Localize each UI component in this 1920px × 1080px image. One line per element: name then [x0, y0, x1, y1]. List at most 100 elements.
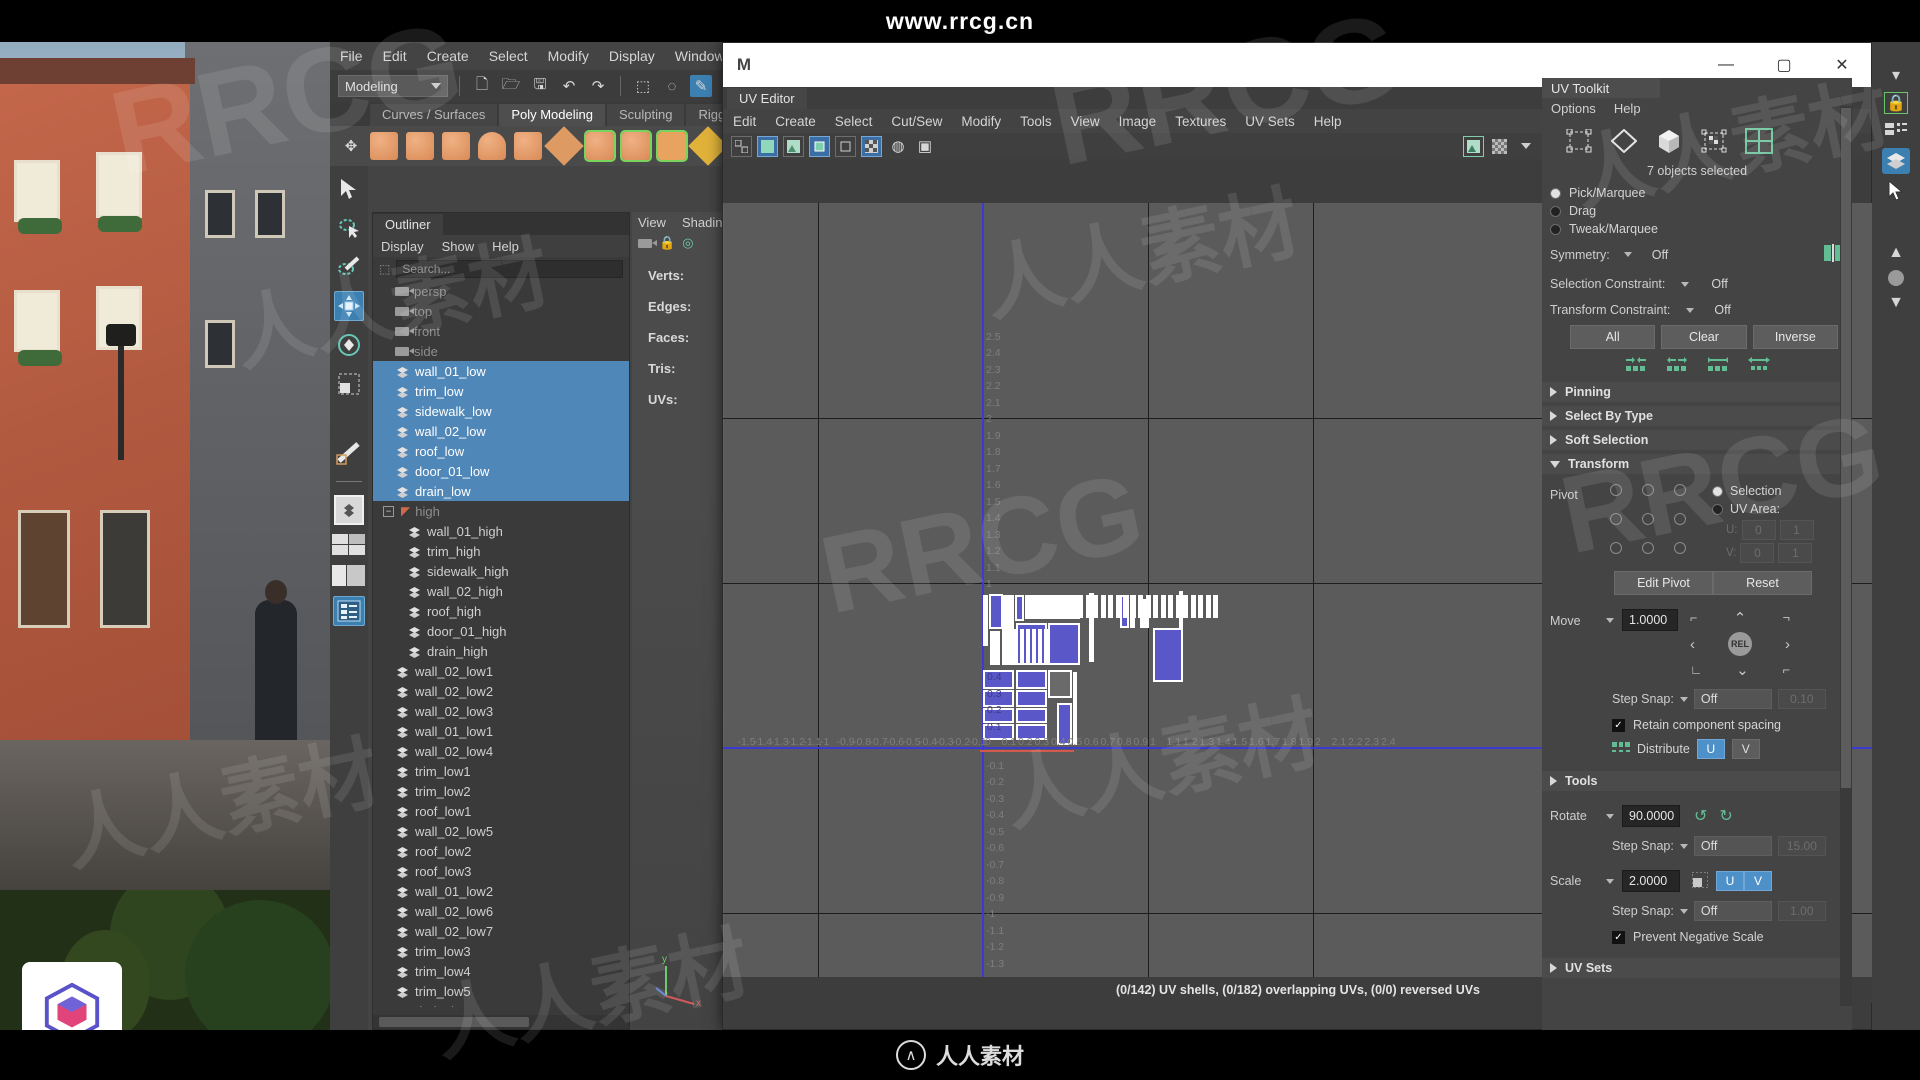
uv-shell[interactable] [1183, 594, 1189, 618]
uv-shell[interactable] [1145, 594, 1151, 618]
outliner-item-trim_low2[interactable]: trim_low2 [373, 781, 629, 801]
move-down-left-icon[interactable]: ∟ [1690, 663, 1702, 677]
select-mode-drag[interactable]: Drag [1542, 202, 1852, 220]
uv-shell[interactable] [1205, 594, 1211, 618]
move-up-icon[interactable]: ⌃ [1734, 609, 1747, 627]
section-tools[interactable]: Tools [1542, 771, 1852, 791]
move-step-snap-amount[interactable]: 0.10 [1777, 689, 1826, 709]
uv-shell[interactable] [988, 593, 1003, 630]
uv-shell[interactable] [1138, 594, 1144, 618]
uv-distortion-icon[interactable] [835, 135, 856, 157]
outliner-item-roof_high[interactable]: roof_high [373, 601, 629, 621]
uv-checker-icon[interactable] [861, 135, 882, 157]
uv-menu-help[interactable]: Help [1314, 114, 1342, 129]
pivot-cell-0[interactable] [1610, 484, 1622, 496]
uv-shell[interactable] [1002, 629, 1007, 666]
shelf-tab-curves-surfaces[interactable]: Curves / Surfaces [370, 104, 498, 126]
uv-selection-icon[interactable] [1699, 127, 1729, 155]
scale-value-field[interactable]: 2.0000 [1622, 870, 1680, 892]
menu-select[interactable]: Select [489, 48, 528, 64]
toolkit-menu-options[interactable]: Options [1551, 101, 1596, 116]
scrollbar-thumb[interactable] [379, 1017, 529, 1027]
uv-component-icon[interactable] [1564, 127, 1594, 155]
collapse-toggle-icon[interactable]: − [383, 505, 394, 517]
uv-shell[interactable] [1108, 594, 1114, 618]
outliner-item-front[interactable]: front [373, 321, 629, 341]
outliner-layout-icon[interactable] [332, 565, 366, 587]
move-down-right-icon[interactable]: ⌐ [1783, 663, 1790, 677]
lock-camera-icon[interactable]: 🔒 [659, 235, 675, 251]
shelf-options-icon[interactable]: ✥ [340, 135, 362, 157]
outliner-item-trim_low4[interactable]: trim_low4 [373, 961, 629, 981]
redo-icon[interactable]: ↷ [587, 75, 609, 97]
paint-select-icon[interactable] [334, 252, 364, 282]
uv-display-image-icon[interactable] [783, 135, 804, 157]
uv-shell[interactable] [1038, 629, 1043, 666]
scroll-up-icon[interactable]: ▲ [1884, 242, 1908, 264]
uv-shell[interactable] [1160, 594, 1166, 618]
select-shell-icon[interactable] [1747, 356, 1771, 375]
outliner-item-roof_low[interactable]: roof_low [373, 441, 629, 461]
uv-shell[interactable] [1070, 594, 1076, 618]
radio-button[interactable] [1550, 187, 1561, 199]
menu-modify[interactable]: Modify [548, 48, 589, 64]
texture-dropdown-icon[interactable] [1521, 143, 1532, 149]
rotate-value-field[interactable]: 90.0000 [1622, 805, 1680, 827]
poly-cone-icon[interactable] [478, 132, 506, 160]
uv-area-u-min[interactable]: 0 [1741, 520, 1776, 540]
uv-shell[interactable] [1153, 594, 1159, 618]
scroll-down-icon[interactable]: ▼ [1884, 292, 1908, 314]
paint-select-icon[interactable]: ✎ [690, 75, 712, 97]
rotate-step-snap-amount[interactable]: 15.00 [1777, 836, 1826, 856]
toolkit-scrollbar-thumb[interactable] [1841, 108, 1851, 788]
outliner-item-trim_low1[interactable]: trim_low1 [373, 761, 629, 781]
poly-extrude-icon[interactable] [584, 130, 616, 162]
symmetry-dropdown-icon[interactable] [1623, 252, 1632, 257]
selection-constraint-dropdown-icon[interactable] [1681, 281, 1690, 287]
scale-step-snap-amount[interactable]: 1.00 [1777, 901, 1826, 921]
pivot-cell-5[interactable] [1674, 513, 1686, 525]
uv-shell[interactable] [1123, 594, 1129, 618]
scale-step-snap-value[interactable]: Off [1693, 901, 1772, 921]
uv-snapshot-icon[interactable]: ▣ [914, 135, 936, 157]
uv-shell[interactable] [990, 630, 1001, 666]
uv-shell[interactable] [1115, 594, 1121, 618]
uv-menu-image[interactable]: Image [1119, 114, 1157, 129]
menu-edit[interactable]: Edit [383, 48, 407, 64]
outliner-item-wall_02_low2[interactable]: wall_02_low2 [373, 681, 629, 701]
select-inverse-button[interactable]: Inverse [1752, 325, 1838, 349]
pivot-cell-4[interactable] [1642, 513, 1654, 525]
uv-shell[interactable] [1008, 629, 1013, 666]
uv-shell[interactable] [1055, 594, 1061, 618]
move-dropdown-icon[interactable] [1606, 618, 1614, 623]
pivot-cell-1[interactable] [1642, 484, 1654, 496]
poly-cylinder-icon[interactable] [442, 132, 470, 160]
outliner-item-wall_02_low[interactable]: wall_02_low [373, 421, 629, 441]
distribute-icon[interactable] [1612, 741, 1630, 757]
select-tool-icon[interactable]: ⬚ [632, 75, 654, 97]
uv-transparency-icon[interactable] [1489, 136, 1510, 157]
poly-plane-icon[interactable] [544, 126, 584, 166]
uv-shell[interactable] [1198, 594, 1204, 618]
retain-spacing-row[interactable]: ✓ Retain component spacing [1542, 709, 1852, 732]
section-select-by-type[interactable]: Select By Type [1542, 406, 1852, 426]
scale-step-snap-dropdown-icon[interactable] [1679, 908, 1688, 914]
outliner-item-high[interactable]: − ◤ high [373, 501, 629, 521]
outliner-item-trim_low5[interactable]: trim_low5 [373, 981, 629, 1001]
layer-editor-icon[interactable] [1882, 148, 1910, 174]
toolkit-menu-help[interactable]: Help [1614, 101, 1641, 116]
grow-selection-icon[interactable] [1665, 356, 1689, 375]
outliner-panel-icon[interactable] [333, 596, 365, 626]
uv-menu-tools[interactable]: Tools [1020, 114, 1052, 129]
uv-shell[interactable] [1152, 627, 1184, 682]
move-down-icon[interactable]: ⌄ [1736, 661, 1749, 679]
rail-dropdown-icon[interactable]: ▾ [1884, 64, 1908, 86]
uv-menu-textures[interactable]: Textures [1175, 114, 1226, 129]
outliner-item-door_01_high[interactable]: door_01_high [373, 621, 629, 641]
retain-spacing-checkbox[interactable]: ✓ [1612, 718, 1625, 732]
poly-sphere-icon[interactable] [370, 132, 398, 160]
pivot-selection-radio[interactable] [1712, 485, 1723, 497]
uv-shell[interactable] [1072, 672, 1078, 745]
rotate-cw-icon[interactable]: ↻ [1719, 806, 1732, 826]
uv-shell[interactable] [1040, 594, 1046, 618]
